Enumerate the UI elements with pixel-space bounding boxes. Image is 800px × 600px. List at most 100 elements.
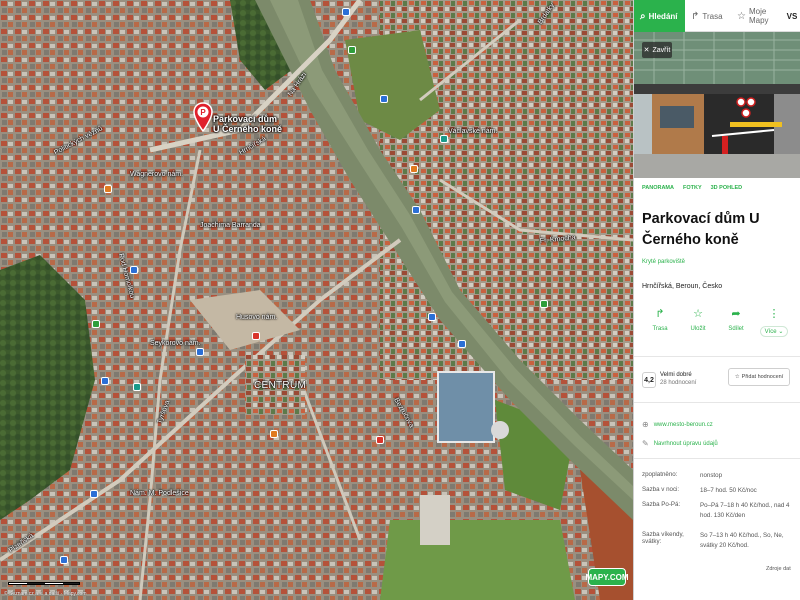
- parking-poi-icon[interactable]: [458, 340, 466, 348]
- district-label-centrum: CENTRUM: [254, 380, 307, 391]
- close-icon: ✕: [643, 47, 650, 54]
- food-poi-icon[interactable]: [376, 436, 384, 444]
- info-row-weekdays: Sazba Po-Pá: Po–Pá 7–18 h 40 Kč/hod., na…: [642, 501, 794, 520]
- park-poi-icon[interactable]: [540, 300, 548, 308]
- street-label: Wagnerovo nám.: [130, 171, 184, 178]
- media-tab-panorama[interactable]: PANORAMA: [642, 185, 674, 191]
- search-icon: ⌕: [640, 10, 646, 22]
- star-icon: ☆: [734, 374, 740, 380]
- close-label: Zavřít: [652, 46, 671, 54]
- tab-search-label: Hledání: [648, 11, 678, 21]
- info-value: nonstop: [700, 472, 723, 479]
- more-icon: ⋮: [768, 308, 780, 320]
- parking-poi-icon[interactable]: [380, 95, 388, 103]
- bus-poi-icon[interactable]: [60, 556, 68, 564]
- info-row-paid: zpoplatněno: nonstop: [642, 471, 794, 481]
- media-tab-photos[interactable]: FOTKY: [683, 185, 702, 191]
- info-key: Sazba v noci:: [642, 486, 680, 493]
- selected-place-pin-icon[interactable]: P: [193, 102, 213, 132]
- tab-search[interactable]: ⌕ Hledání: [634, 0, 685, 32]
- top-tabs: ⌕ Hledání ↱ Trasa ☆ Moje Mapy VS: [634, 0, 800, 32]
- tab-route-label: Trasa: [702, 11, 723, 21]
- tab-my-maps[interactable]: ☆ Moje Mapy: [731, 0, 787, 32]
- star-icon: ☆: [737, 10, 746, 22]
- close-button[interactable]: ✕ Zavřít: [642, 42, 672, 58]
- tab-route[interactable]: ↱ Trasa: [685, 0, 731, 32]
- scale-bar: [8, 582, 80, 585]
- data-sources-link[interactable]: Zdroje dat: [766, 566, 791, 572]
- street-label: Nám. M. Podlešice: [130, 490, 189, 497]
- street-label: Seykorovo nám.: [150, 340, 201, 347]
- street-label: Joachima Barranda: [200, 222, 261, 229]
- place-category[interactable]: Kryté parkoviště: [642, 259, 685, 265]
- add-rating-label: Přidat hodnocení: [741, 374, 784, 380]
- star-icon: ☆: [693, 308, 703, 320]
- info-row-night: Sazba v noci: 18–7 hod. 50 Kč/noc: [642, 486, 794, 496]
- parking-poi-icon[interactable]: [101, 377, 109, 385]
- share-button[interactable]: ➦ Sdílet: [718, 306, 754, 332]
- divider: [634, 402, 800, 403]
- divider: [634, 356, 800, 357]
- rating-summary[interactable]: Velmi dobré 28 hodnocení: [660, 372, 696, 388]
- parking-poi-icon[interactable]: [90, 490, 98, 498]
- more-button[interactable]: ⋮ Více ⌄: [756, 306, 792, 337]
- rating-count: 28 hodnocení: [660, 379, 697, 386]
- mapy-logo[interactable]: MAPY.COM: [585, 568, 629, 586]
- park-poi-icon[interactable]: [348, 46, 356, 54]
- parking-poi-icon[interactable]: [130, 266, 138, 274]
- map-attribution[interactable]: © Seznam.cz a.s. a další · Mapy.com: [4, 591, 87, 597]
- map-imagery: [0, 0, 633, 600]
- shop-poi-icon[interactable]: [104, 185, 112, 193]
- suggest-edit-text: Navrhnout úpravu údajů: [653, 440, 718, 447]
- parking-poi-icon[interactable]: [428, 313, 436, 321]
- selected-place-label-line2: U Černého koně: [213, 124, 283, 135]
- add-rating-button[interactable]: ☆ Přidat hodnocení: [728, 368, 790, 386]
- edit-icon: ✎: [642, 439, 649, 448]
- share-button-label: Sdílet: [728, 326, 744, 332]
- shop-poi-icon[interactable]: [270, 430, 278, 438]
- media-tabs: PANORAMA FOTKY 3D POHLED: [642, 185, 742, 191]
- globe-icon: ⊕: [642, 420, 649, 429]
- divider: [634, 458, 800, 459]
- website-link[interactable]: ⊕ www.mesto-beroun.cz: [642, 420, 713, 429]
- street-label: Václavské nám.: [448, 128, 498, 135]
- website-link-text: www.mesto-beroun.cz: [653, 421, 713, 428]
- park-poi-icon[interactable]: [92, 320, 100, 328]
- info-key: zpoplatněno:: [642, 471, 678, 478]
- culture-poi-icon[interactable]: [133, 383, 141, 391]
- place-title: Parkovací dům U Černého koně: [642, 211, 760, 248]
- suggest-edit-link[interactable]: ✎ Navrhnout úpravu údajů: [642, 439, 718, 448]
- media-tab-3d[interactable]: 3D POHLED: [711, 185, 742, 191]
- culture-poi-icon[interactable]: [440, 135, 448, 143]
- shop-poi-icon[interactable]: [410, 165, 418, 173]
- place-photo[interactable]: ✕ Zavřít: [634, 32, 800, 178]
- place-actions: ↱ Trasa ☆ Uložit ➦ Sdílet ⋮ Více ⌄: [634, 306, 800, 346]
- selected-place-label-line1: Parkovací dům: [213, 114, 278, 124]
- bus-poi-icon[interactable]: [412, 206, 420, 214]
- info-key: Sazba víkendy, svátky:: [642, 531, 684, 545]
- more-button-label: Více ⌄: [759, 326, 789, 337]
- food-poi-icon[interactable]: [252, 332, 260, 340]
- selected-place-label[interactable]: Parkovací dům U Černého koně: [213, 114, 282, 135]
- parking-poi-icon[interactable]: [196, 348, 204, 356]
- route-button[interactable]: ↱ Trasa: [642, 306, 678, 332]
- svg-text:P: P: [200, 108, 206, 117]
- rating-word: Velmi dobré: [660, 372, 692, 378]
- info-row-weekend: Sazba víkendy, svátky: So 7–13 h 40 Kč/h…: [642, 531, 794, 550]
- route-icon: ↱: [691, 10, 700, 22]
- app: CENTRUM Husovo nám. Seykorovo nám. Wagne…: [0, 0, 800, 600]
- route-button-label: Trasa: [652, 326, 668, 332]
- info-value: Po–Pá 7–18 h 40 Kč/hod., nad 4 hod. 130 …: [700, 502, 790, 519]
- save-button[interactable]: ☆ Uložit: [680, 306, 716, 332]
- save-button-label: Uložit: [690, 326, 706, 332]
- info-value: 18–7 hod. 50 Kč/noc: [700, 487, 757, 494]
- share-icon: ➦: [731, 308, 741, 320]
- satellite-map[interactable]: CENTRUM Husovo nám. Seykorovo nám. Wagne…: [0, 0, 633, 600]
- info-value: So 7–13 h 40 Kč/hod., So, Ne, svátky 20 …: [700, 532, 784, 549]
- place-detail-panel: ⌕ Hledání ↱ Trasa ☆ Moje Mapy VS ✕ Zavří…: [633, 0, 800, 600]
- route-icon: ↱: [655, 308, 665, 320]
- rating-score: 4,2: [642, 372, 656, 388]
- info-key: Sazba Po-Pá:: [642, 501, 681, 508]
- user-avatar[interactable]: VS: [785, 4, 799, 28]
- parking-poi-icon[interactable]: [342, 8, 350, 16]
